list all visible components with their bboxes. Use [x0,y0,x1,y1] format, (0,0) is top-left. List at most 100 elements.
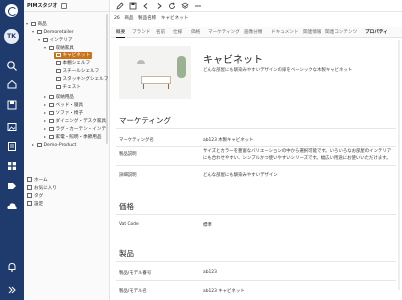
tree-node-storage-furniture[interactable]: ▾ 収納家具 [44,44,74,51]
tree-node-bedding[interactable]: ▸ ベッド・寝具 [44,101,83,108]
folder-icon [56,52,61,57]
home-icon[interactable] [6,78,18,90]
tab-name[interactable]: 名前 [156,27,165,38]
tree-node-label: 本棚シェルフ [62,61,91,66]
folder-icon [56,84,61,89]
tree-node-sofa-chair[interactable]: ▸ ソファ・椅子 [44,109,83,116]
tree-node-chest[interactable]: チェスト [56,84,81,91]
tree-footer-settings[interactable]: 設定 [27,201,43,208]
object-status: 商品 [124,16,134,21]
folder-icon [56,60,61,65]
tree-node-label: Demo-Product [43,143,77,148]
field-value-detailed-description[interactable]: どんな部屋にも馴染みやすいデザイン [203,172,278,178]
tree-node-stacking-shelf[interactable]: スタッキングシェルフ [56,76,108,83]
plant-shape [177,56,186,78]
folder-icon [49,45,54,50]
edit-icon[interactable] [116,2,124,10]
tree-node-demo-product[interactable]: ▸ Demo-Product [32,141,76,148]
save-icon[interactable] [129,2,137,10]
image-icon[interactable] [6,121,18,133]
gear-icon [27,201,32,206]
tree-footer-favorites[interactable]: お気に入り [27,185,57,192]
tab-spec[interactable]: 仕様 [173,27,182,38]
tree-node-interior[interactable]: ▾ インテリア [38,36,72,43]
cabinet-leg [143,84,144,89]
clipboard-icon[interactable] [6,140,18,152]
back-icon[interactable] [142,2,150,10]
folder-icon [49,94,54,99]
field-value-model-number[interactable]: ab123 [203,270,217,275]
tree-footer-label: 設定 [34,202,44,207]
field-value-model-name[interactable]: ab123 キャビネット [203,288,245,294]
section-title-product: 製品 [119,249,134,258]
tree-footer-tags[interactable]: タグ [27,193,43,200]
logo-icon[interactable] [5,4,18,17]
grid-icon[interactable] [6,160,18,172]
tree-node-label: スチールシェルフ [62,69,100,74]
divider [116,261,396,262]
tree-node-appliances-lighting[interactable]: ▸ 家電・照明・季節用品 [44,133,101,140]
cabinet-shape [141,76,171,84]
tree-node-storage-goods[interactable]: ▸ 収納用品 [44,93,74,100]
field-value-product-description[interactable]: サイズとカラーを豊富なバリエーションの中から選択可能です。いろいろなお部屋のイン… [203,148,395,162]
tag-icon[interactable] [6,180,18,192]
tree-node-label: チェスト [62,85,81,90]
tree-node-dining-desk[interactable]: ▸ ダイニング・デスク家具 [44,117,106,124]
forward-icon[interactable] [155,2,163,10]
tab-related-info[interactable]: 関連情報 [303,27,321,38]
more-icon[interactable] [194,2,202,10]
folder-icon [49,110,54,115]
tree-node-rugs-curtains[interactable]: ▸ ラグ・カーテン・インテ [44,125,106,132]
object-kind: 製品名称 [138,16,157,21]
field-label-vat-code: Vat Code [119,222,139,227]
folder-icon [56,68,61,73]
tab-properties[interactable]: プロパティ [365,27,388,38]
bell-icon[interactable] [6,261,18,273]
cloud-icon[interactable] [6,200,18,212]
layers-icon[interactable] [181,2,189,10]
object-id: 26 [114,16,120,21]
collapse-icon[interactable] [60,2,67,9]
search-icon[interactable] [6,60,18,72]
tree-node-demoretailer[interactable]: ▾ Demoretailer [32,28,74,35]
divider [116,146,396,147]
tab-documents[interactable]: ドキュメント [271,27,299,38]
save-icon[interactable] [6,99,18,111]
app-rail: TK [0,0,24,300]
tree-node-label: 家電・照明・季節用品 [55,135,102,140]
tree-node-steel-shelf[interactable]: スチールシェルフ [56,68,99,75]
section-title-price: 価格 [119,202,134,211]
tree-header: PIMスタジオ [24,0,109,12]
tab-related-content[interactable]: 関連コンテンツ [325,27,357,38]
tree-node-products[interactable]: ▾ 商品 [26,20,47,27]
avatar[interactable]: TK [4,29,19,44]
field-label-detailed-description: 詳細説明 [119,173,137,178]
tree-node-label: スタッキングシェルフ [62,77,109,82]
tree-node-bookshelf[interactable]: 本棚シェルフ [56,60,90,67]
field-value-vat-code[interactable]: 標準 [203,222,212,228]
tab-overview[interactable]: 概要 [116,27,126,38]
divider [116,128,396,129]
tab-marketing[interactable]: マーケティング [208,27,240,38]
tab-brand[interactable]: ブランド [132,27,150,38]
tree-footer-home[interactable]: ホーム [27,177,48,184]
tab-image-classification[interactable]: 画像分類 [244,27,262,38]
home-icon [27,177,32,182]
field-value-marketing-name[interactable]: ab123 木製キャビネット [203,137,253,143]
field-label-marketing-name: マーケティング名 [119,138,154,143]
divider [116,165,396,166]
catalog-tree-panel: PIMスタジオ ▾ 商品 ▾ Demoretailer ▾ インテリア ▾ 収納家具 キ… [24,0,110,300]
tree-node-label: 収納家具 [55,46,74,51]
product-description: どんな部屋にも馴染みやすいデザインの扉をベーシックな木製キャビネット [203,68,353,73]
lamp-shape [137,60,145,64]
tree-node-label: インテリア [49,38,73,43]
object-name: キャビネット [160,16,189,21]
expand-icon[interactable] [6,284,18,296]
refresh-icon[interactable] [168,2,176,10]
product-image[interactable] [119,46,191,99]
tab-price[interactable]: 価格 [191,27,200,38]
tree-node-cabinet[interactable]: キャビネット [54,52,93,59]
tree-node-label: キャビネット [62,53,91,58]
content-scrollbar[interactable] [398,40,400,290]
divider [116,214,396,215]
